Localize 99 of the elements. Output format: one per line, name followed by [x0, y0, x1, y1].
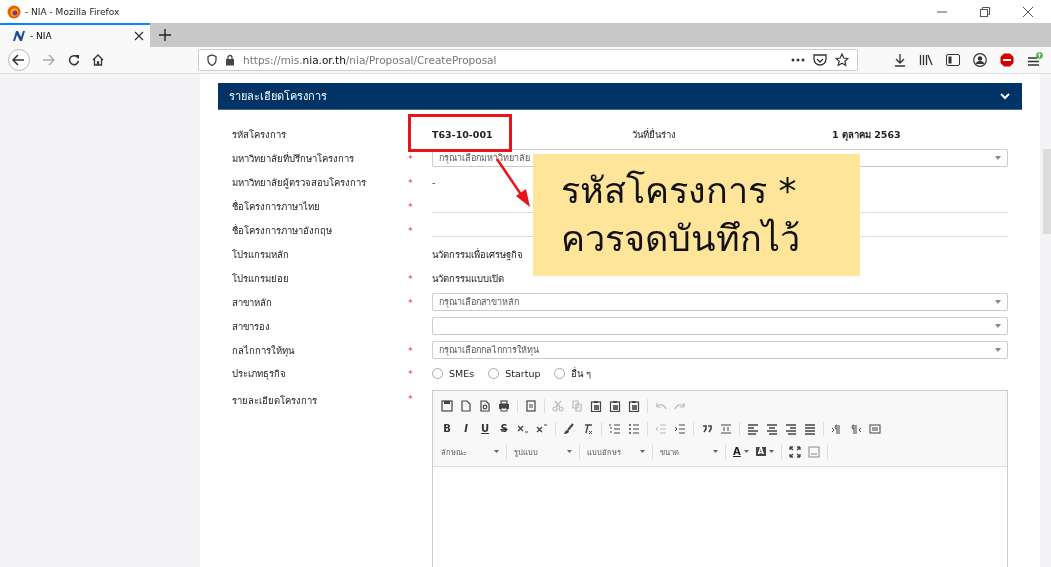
- callout-text: รหัสโครงการ *: [561, 169, 798, 213]
- field-label: รหัสโครงการ: [232, 127, 287, 142]
- radio-label: Startup: [505, 367, 541, 379]
- field-value: -: [432, 176, 437, 188]
- home-icon[interactable]: [92, 54, 104, 66]
- tab-title: - NIA: [30, 31, 53, 41]
- clipboard-icon[interactable]: [628, 399, 640, 412]
- print-icon[interactable]: [498, 399, 510, 412]
- text-color-button[interactable]: A: [733, 446, 749, 457]
- field-label: วันที่ยื่นร่าง: [632, 127, 677, 142]
- caret-icon: [768, 450, 774, 453]
- ltr-icon[interactable]: [831, 422, 843, 435]
- field-label: รายละเอียดโครงการ: [232, 394, 318, 408]
- dropdown-field[interactable]: [432, 317, 1008, 335]
- align-left-icon[interactable]: [747, 422, 759, 435]
- required-mark: *: [408, 393, 413, 404]
- pocket-icon[interactable]: [813, 54, 827, 66]
- account-icon[interactable]: [973, 53, 987, 67]
- rtl-icon[interactable]: [850, 422, 862, 435]
- quote-icon[interactable]: [701, 422, 713, 435]
- template-icon[interactable]: [525, 399, 537, 412]
- field-value: T63-10-001: [432, 128, 494, 140]
- url-text: https://mis.nia.or.th/nia/Proposal/CreateProposal: [243, 54, 497, 66]
- field-label: สาขาหลัก: [232, 295, 273, 310]
- field-label: สาขารอง: [232, 319, 271, 334]
- required-mark: *: [408, 152, 413, 164]
- save-icon[interactable]: [441, 399, 453, 412]
- back-icon[interactable]: [8, 49, 30, 71]
- required-mark: *: [408, 176, 413, 188]
- required-mark: *: [408, 296, 413, 308]
- clear-format-icon[interactable]: [582, 422, 594, 435]
- field-value: นวัตกรรมเพื่อเศรษฐกิจ: [432, 247, 524, 262]
- reload-icon[interactable]: [68, 54, 80, 66]
- field-label: มหาวิทยาลัยที่ปรึกษาโครงการ: [232, 151, 355, 166]
- field-value: 1 ตุลาคม 2563: [832, 127, 901, 142]
- dropdown-field[interactable]: กรุณาเลือกสาขาหลัก: [432, 293, 1008, 311]
- more-icon[interactable]: [791, 58, 805, 62]
- format-button[interactable]: B: [441, 423, 453, 434]
- caret-icon: [995, 156, 1001, 160]
- field-label: ประเภทธุรกิจ: [232, 366, 287, 381]
- shield-icon: [207, 54, 217, 66]
- preview-icon[interactable]: [479, 399, 491, 412]
- maximize-icon[interactable]: [788, 445, 801, 458]
- library-icon[interactable]: [919, 54, 933, 66]
- restore-icon[interactable]: [979, 5, 991, 18]
- browser-tab[interactable]: - NIA: [0, 23, 150, 47]
- callout-text: ควรจดบันทึกไว้: [561, 217, 801, 261]
- format-button[interactable]: U: [479, 423, 491, 434]
- format-button[interactable]: I: [460, 423, 472, 434]
- required-mark: *: [408, 200, 413, 212]
- panel-title: รายละเอียดโครงการ: [229, 89, 328, 105]
- align-right-icon[interactable]: [785, 422, 797, 435]
- clipboard-icon[interactable]: [590, 399, 602, 412]
- caret-icon: [640, 450, 645, 453]
- brush-icon[interactable]: [563, 422, 575, 435]
- plus-icon[interactable]: [159, 29, 171, 41]
- document-icon[interactable]: [460, 399, 472, 412]
- download-icon[interactable]: [894, 53, 906, 67]
- caret-icon: [567, 450, 572, 453]
- field-label: กลไกการให้ทุน: [232, 343, 296, 358]
- dropdown-field[interactable]: กรุณาเลือกกลไกการให้ทุน: [432, 341, 1008, 359]
- lock-icon: [225, 54, 235, 66]
- field-label: โปรแกรมหลัก: [232, 247, 290, 262]
- indent-icon[interactable]: [674, 422, 686, 435]
- required-mark: *: [408, 224, 413, 236]
- panel-header[interactable]: รายละเอียดโครงการ: [218, 83, 1022, 110]
- star-icon[interactable]: [835, 53, 849, 67]
- field-label: ชื่อโครงการภาษาอังกฤษ: [232, 223, 333, 238]
- sidebar-icon[interactable]: [946, 54, 960, 66]
- menu-icon[interactable]: [1027, 52, 1043, 68]
- superscript-icon[interactable]: [536, 422, 548, 435]
- caret-icon: [743, 450, 749, 453]
- chevron-down-icon[interactable]: [1000, 92, 1010, 100]
- radio-label: SMEs: [449, 367, 475, 379]
- required-mark: *: [408, 367, 413, 379]
- address-bar[interactable]: https://mis.nia.or.th/nia/Proposal/CreateProposal: [198, 49, 858, 71]
- field-value: นวัตกรรมแบบเปิด: [432, 271, 505, 286]
- caret-icon: [995, 324, 1001, 328]
- field-label: ชื่อโครงการภาษาไทย: [232, 199, 321, 214]
- clipboard-icon[interactable]: [609, 399, 621, 412]
- window-title: - NIA - Mozilla Firefox: [25, 6, 120, 17]
- align-center-icon[interactable]: [766, 422, 778, 435]
- justify-icon[interactable]: [804, 422, 816, 435]
- scrollbar[interactable]: [1043, 149, 1051, 234]
- caret-icon: [995, 300, 1001, 304]
- caret-icon: [713, 450, 718, 453]
- required-mark: *: [408, 272, 413, 284]
- close-icon[interactable]: [1022, 5, 1034, 18]
- radio-label: อื่น ๆ: [571, 366, 592, 381]
- caret-icon: [494, 450, 499, 453]
- language-icon[interactable]: [869, 422, 881, 435]
- n-logo-icon: [12, 30, 26, 42]
- close-icon[interactable]: [134, 31, 144, 41]
- format-button[interactable]: S: [498, 423, 510, 434]
- caret-icon: [995, 348, 1001, 352]
- required-mark: *: [408, 344, 413, 356]
- bullet-list-icon[interactable]: [628, 422, 640, 435]
- field-label: มหาวิทยาลัยผู้ตรวจสอบโครงการ: [232, 175, 367, 190]
- field-label: โปรแกรมย่อย: [232, 271, 290, 286]
